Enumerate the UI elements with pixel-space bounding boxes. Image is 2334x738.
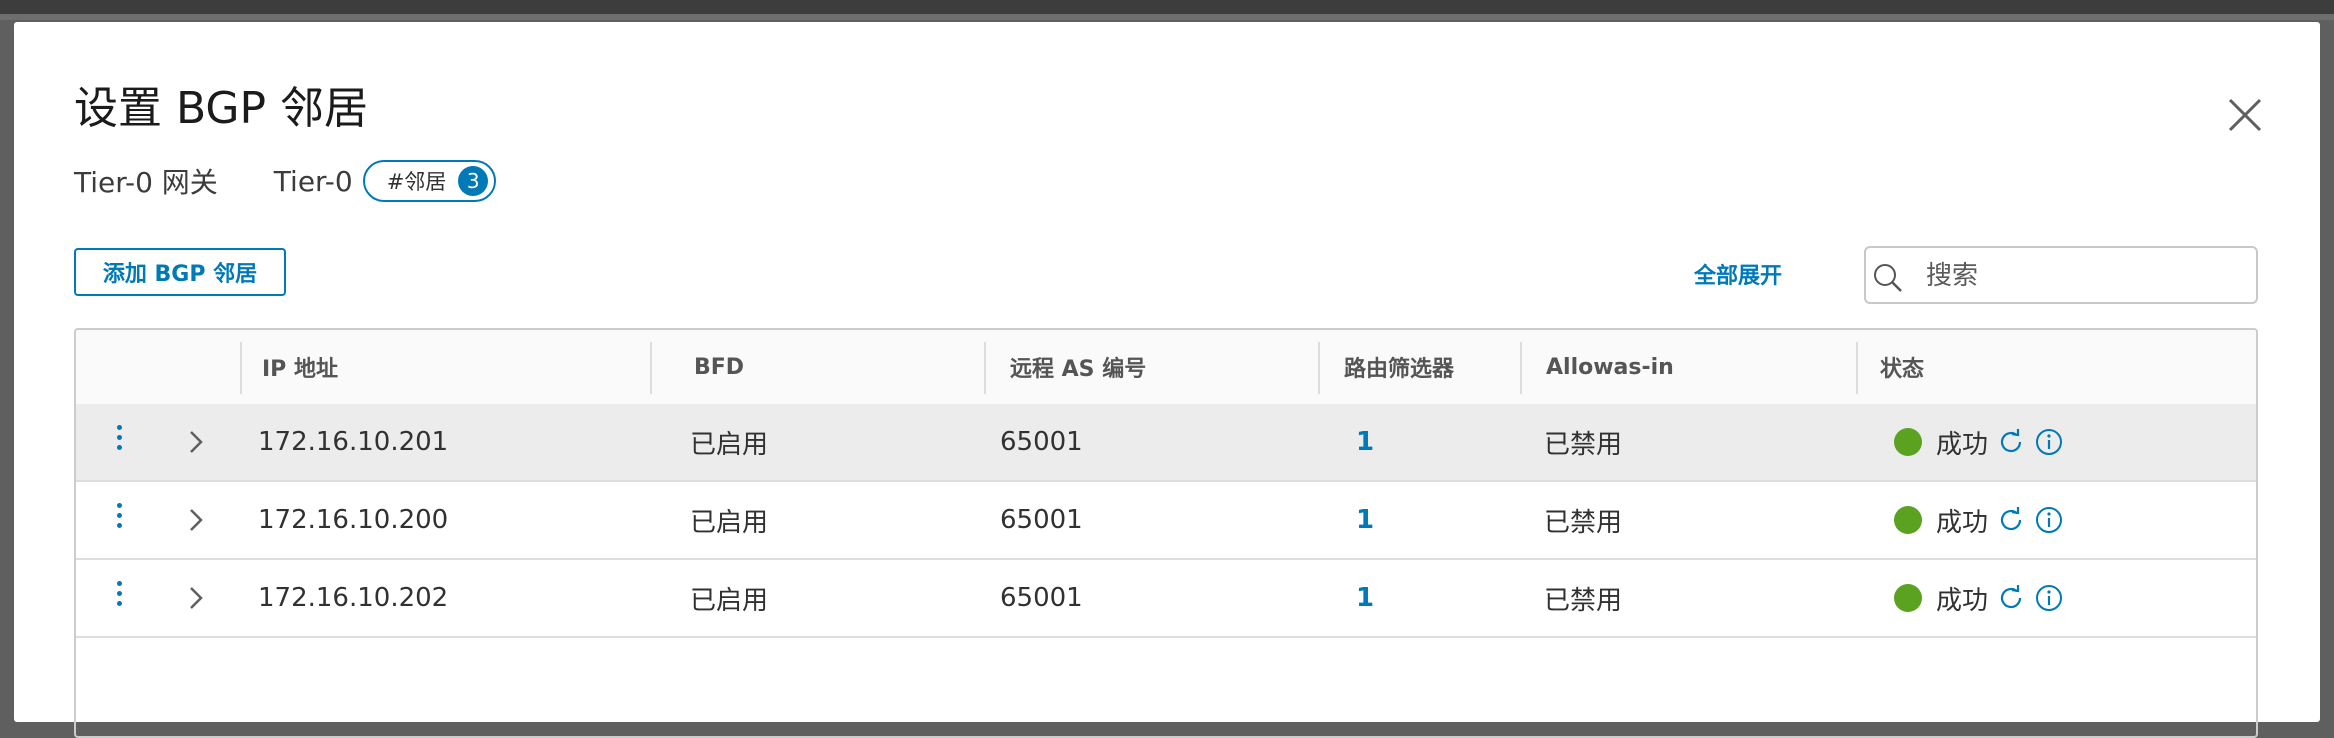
gateway-type-label: Tier-0 网关 <box>74 166 218 199</box>
expand-all-link[interactable]: 全部展开 <box>1694 258 1782 290</box>
gateway-name-label: Tier-0 <box>273 164 353 198</box>
cell-remote-as: 65001 <box>1000 427 1083 457</box>
column-header-remote-as[interactable]: 远程 AS 编号 <box>1010 330 1146 404</box>
column-separator <box>240 342 242 394</box>
neighbor-count-pill: #邻居 3 <box>362 160 497 202</box>
neighbor-count-label: #邻居 <box>386 170 447 194</box>
route-filter-link[interactable]: 1 <box>1356 482 1374 558</box>
cell-remote-as: 65001 <box>1000 505 1083 535</box>
cell-ip: 172.16.10.201 <box>258 427 449 457</box>
cell-bfd: 已启用 <box>690 507 769 538</box>
cell-status: 成功 <box>1894 560 2064 636</box>
column-separator <box>1318 342 1320 394</box>
cell-allowas: 已禁用 <box>1544 585 1623 616</box>
info-icon[interactable] <box>2034 427 2064 457</box>
status-text: 成功 <box>1936 507 1989 538</box>
cell-remote-as: 65001 <box>1000 583 1083 613</box>
refresh-icon[interactable] <box>1996 427 2026 457</box>
bgp-neighbors-dialog: 设置 BGP 邻居 Tier-0 网关 Tier-0 #邻居 3 添加 BGP … <box>14 22 2320 738</box>
route-filter-link[interactable]: 1 <box>1356 560 1374 636</box>
backdrop-top-bar <box>0 0 2334 14</box>
column-header-ip[interactable]: IP 地址 <box>262 330 338 404</box>
info-icon[interactable] <box>2034 505 2064 535</box>
column-header-route-filter[interactable]: 路由筛选器 <box>1344 330 1454 404</box>
cell-bfd: 已启用 <box>690 429 769 460</box>
refresh-icon[interactable] <box>1996 583 2026 613</box>
search-box <box>1864 246 2258 304</box>
chevron-right-icon[interactable] <box>182 584 210 612</box>
cell-ip: 172.16.10.200 <box>258 505 449 535</box>
row-actions-icon[interactable] <box>114 578 124 618</box>
status-success-dot <box>1894 428 1922 456</box>
chevron-right-icon[interactable] <box>182 506 210 534</box>
search-icon <box>1874 264 1902 292</box>
status-text: 成功 <box>1936 429 1989 460</box>
dialog-subtitle: Tier-0 网关 Tier-0 #邻居 3 <box>74 156 497 206</box>
dialog-title: 设置 BGP 邻居 <box>74 83 369 134</box>
cell-allowas: 已禁用 <box>1544 507 1623 538</box>
column-separator <box>650 342 652 394</box>
table-header: IP 地址 BFD 远程 AS 编号 路由筛选器 Allowas-in 状态 <box>76 330 2256 406</box>
cell-status: 成功 <box>1894 482 2064 558</box>
refresh-icon[interactable] <box>1996 505 2026 535</box>
add-bgp-neighbor-button[interactable]: 添加 BGP 邻居 <box>74 248 286 296</box>
status-text: 成功 <box>1936 585 1989 616</box>
column-separator <box>1520 342 1522 394</box>
chevron-right-icon[interactable] <box>182 428 210 456</box>
cell-bfd: 已启用 <box>690 585 769 616</box>
route-filter-link[interactable]: 1 <box>1356 404 1374 480</box>
table-row[interactable]: 172.16.10.200 已启用 65001 1 已禁用 成功 <box>76 482 2256 560</box>
close-icon[interactable] <box>2220 90 2270 140</box>
column-header-bfd[interactable]: BFD <box>694 330 744 404</box>
row-actions-icon[interactable] <box>114 422 124 462</box>
column-separator <box>984 342 986 394</box>
table-row[interactable]: 172.16.10.202 已启用 65001 1 已禁用 成功 <box>76 560 2256 638</box>
cell-allowas: 已禁用 <box>1544 429 1623 460</box>
table-row[interactable]: 172.16.10.201 已启用 65001 1 已禁用 成功 <box>76 404 2256 482</box>
backdrop-stripe <box>0 14 2334 20</box>
column-separator <box>1856 342 1858 394</box>
column-header-status[interactable]: 状态 <box>1880 330 1924 404</box>
neighbor-count-badge: 3 <box>458 166 489 196</box>
info-icon[interactable] <box>2034 583 2064 613</box>
cell-ip: 172.16.10.202 <box>258 583 449 613</box>
status-success-dot <box>1894 584 1922 612</box>
cell-status: 成功 <box>1894 404 2064 480</box>
column-header-allowas[interactable]: Allowas-in <box>1546 330 1674 404</box>
row-actions-icon[interactable] <box>114 500 124 540</box>
search-input[interactable] <box>1924 254 2248 298</box>
status-success-dot <box>1894 506 1922 534</box>
bgp-neighbors-table: IP 地址 BFD 远程 AS 编号 路由筛选器 Allowas-in 状态 1… <box>74 328 2258 738</box>
